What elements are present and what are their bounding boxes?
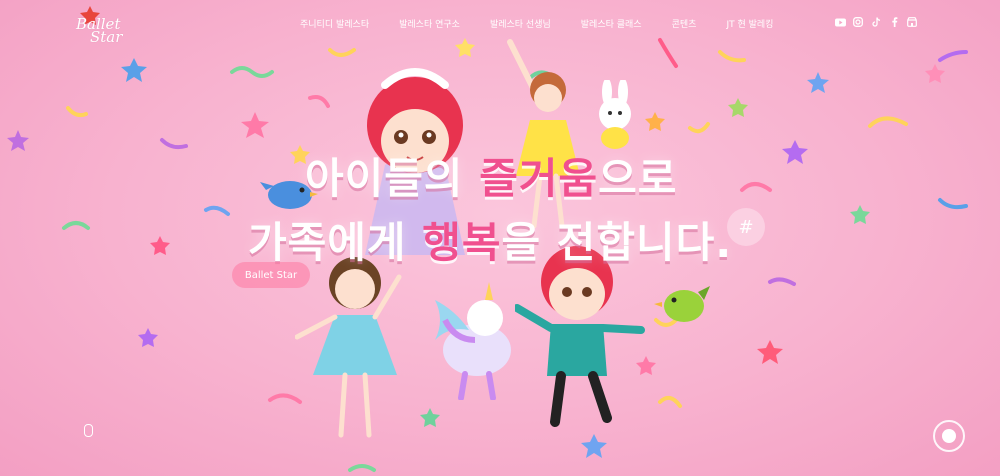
mouse-scroll-icon [84, 424, 93, 437]
logo-text: Ballet Star [76, 17, 123, 46]
ballet-star-logo[interactable]: Ballet Star [76, 6, 136, 46]
scroll-dot-icon [942, 429, 956, 443]
hashtag-bubble: # [727, 208, 765, 246]
nav-item-teachers[interactable]: 발레스타 선생님 [490, 17, 551, 30]
store-icon[interactable] [906, 16, 918, 28]
tiktok-icon[interactable] [870, 16, 882, 28]
ballet-star-badge-button[interactable]: Ballet Star [232, 262, 310, 288]
scroll-toggle-button[interactable] [933, 420, 965, 452]
logo-text-line2: Star [90, 28, 123, 46]
social-links [834, 16, 918, 28]
nav-item-contents[interactable]: 콘텐츠 [672, 17, 697, 30]
main-nav: 주니티디 발레스타 발레스타 연구소 발레스타 선생님 발레스타 클래스 콘텐츠… [300, 17, 803, 30]
hero-line1-pre: 아이들의 [305, 154, 480, 203]
nav-item-jt-ballet[interactable]: JT 현 발레킹 [726, 17, 773, 30]
nav-item-research[interactable]: 발레스타 연구소 [399, 17, 460, 30]
hero-headline-line2: 가족에게 행복을 전합니다. [248, 222, 732, 264]
hero-line2-pre: 가족에게 [248, 218, 423, 267]
hero-line2-accent: 행복 [422, 218, 502, 267]
nav-item-junior-trinity[interactable]: 주니티디 발레스타 [300, 17, 369, 30]
prince-boy-illustration [515, 246, 645, 427]
hero-headline-line1: 아이들의 즐거움으로 [305, 158, 677, 200]
green-bird-illustration [654, 286, 710, 322]
instagram-icon[interactable] [852, 16, 864, 28]
hero-line1-post: 으로 [598, 154, 678, 203]
hero-line1-accent: 즐거움 [479, 154, 599, 203]
facebook-icon[interactable] [888, 16, 900, 28]
hero-page: Ballet Star 주니티디 발레스타 발레스타 연구소 발레스타 선생님 … [0, 0, 1000, 476]
teal-ballerina-illustration [295, 257, 402, 438]
nav-item-classes[interactable]: 발레스타 클래스 [581, 17, 642, 30]
youtube-icon[interactable] [834, 16, 846, 28]
unicorn-illustration [435, 282, 511, 400]
hero-line2-post: 을 전합니다. [501, 218, 733, 267]
bunny-illustration [599, 80, 631, 149]
